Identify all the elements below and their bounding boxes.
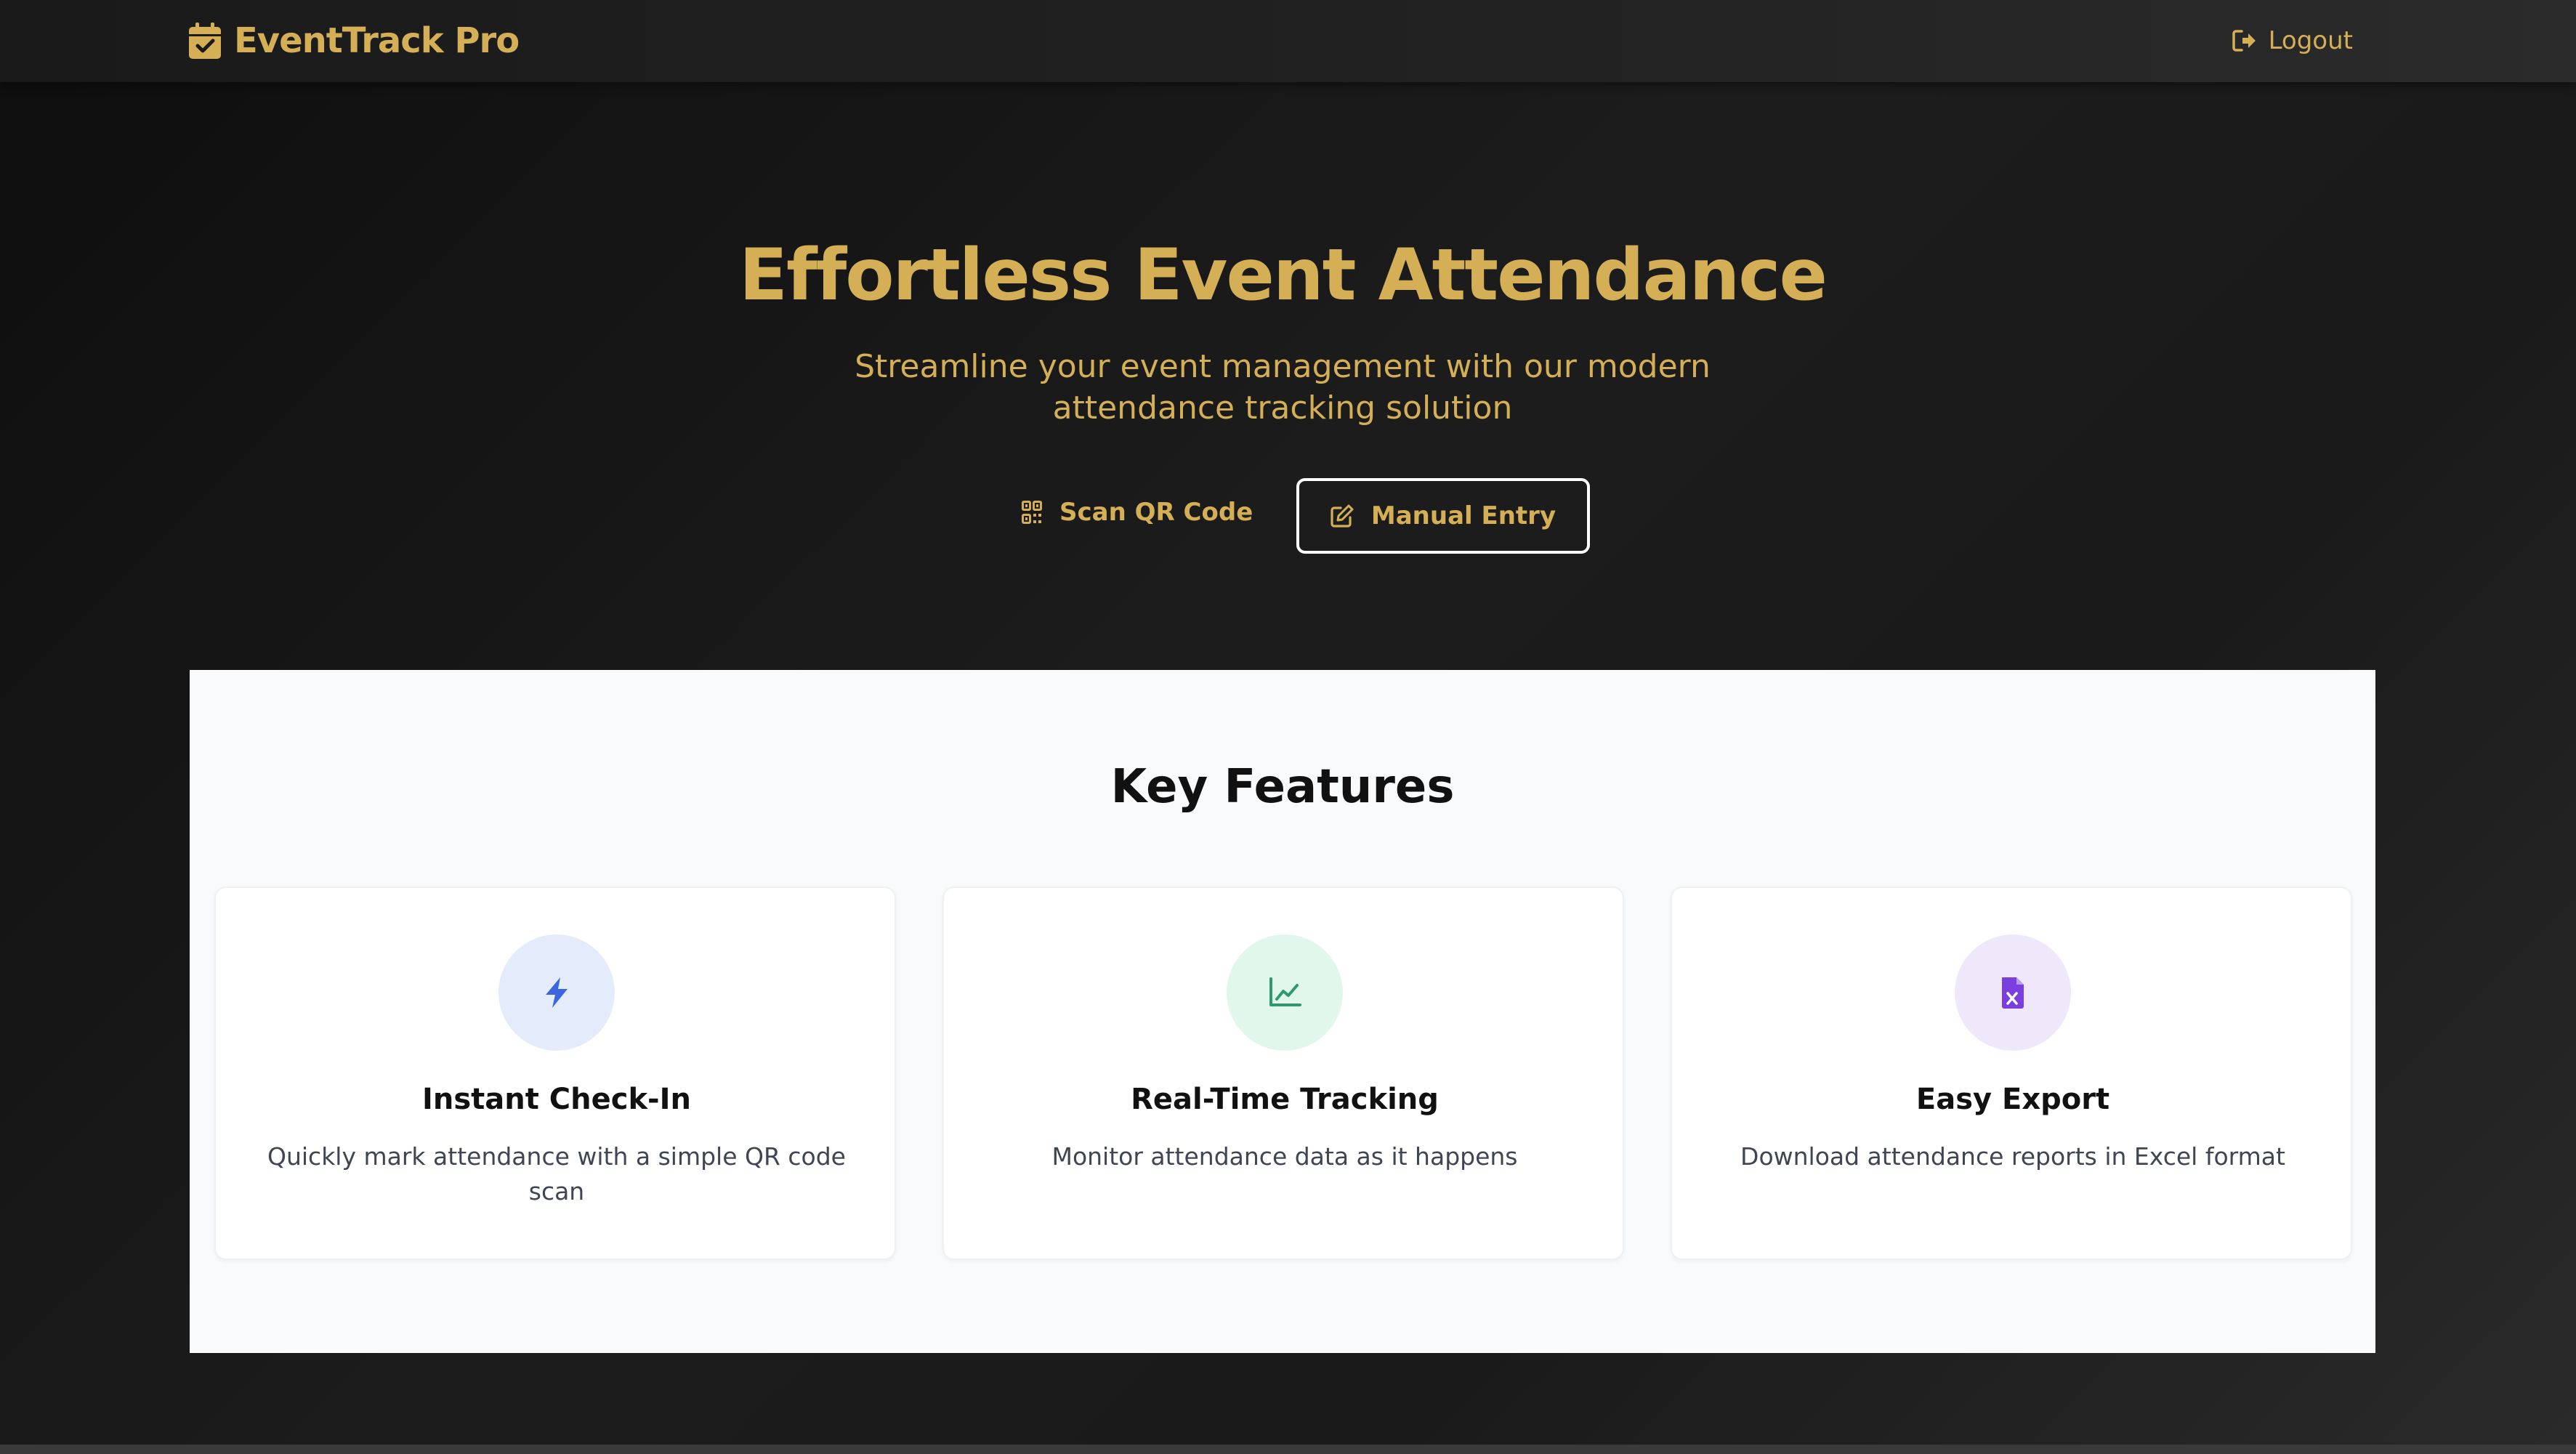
feature-title: Instant Check-In [421,1083,692,1116]
features-title: Key Features [1110,760,1455,814]
feature-icon-circle [498,934,615,1051]
feature-description: Quickly mark attendance with a simple QR… [267,1142,846,1205]
scan-qr-button[interactable]: Scan QR Code [1003,481,1272,544]
bottom-divider [0,1445,2576,1454]
brand-name: EventTrack Pro [234,20,520,61]
feature-description: Download attendance reports in Excel for… [1740,1142,2285,1171]
logout-link[interactable]: Logout [2232,16,2353,65]
calendar-check-icon [189,23,221,59]
logout-label: Logout [2268,26,2353,55]
navbar: EventTrack Pro Logout [0,0,2576,82]
bolt-icon [546,977,568,1008]
edit-icon [1331,504,1354,528]
manual-entry-button[interactable]: Manual Entry [1296,478,1590,554]
features-section: Key Features Instant Check-In Quickly ma… [190,670,2375,1353]
manual-entry-label: Manual Entry [1370,501,1556,530]
scan-qr-label: Scan QR Code [1059,498,1253,527]
feature-title: Real-Time Tracking [1131,1083,1439,1116]
sign-out-icon [2232,30,2256,52]
feature-icon-circle [1227,934,1343,1051]
brand[interactable]: EventTrack Pro [189,16,520,65]
qrcode-icon [1022,501,1042,524]
feature-card-real-time-tracking: Real-Time Tracking Monitor attendance da… [942,886,1624,1260]
feature-title: Easy Export [1915,1083,2110,1116]
hero-subtitle: Streamline your event management with ou… [855,348,1711,427]
feature-card-instant-check-in: Instant Check-In Quickly mark attendance… [214,886,896,1260]
feature-icon-circle [1955,934,2071,1051]
feature-description: Monitor attendance data as it happens [1051,1142,1518,1171]
file-excel-icon [2002,977,2024,1009]
hero-title: Effortless Event Attendance [739,234,1828,317]
feature-card-easy-export: Easy Export Download attendance reports … [1671,886,2352,1260]
chart-line-icon [1269,977,1301,1006]
